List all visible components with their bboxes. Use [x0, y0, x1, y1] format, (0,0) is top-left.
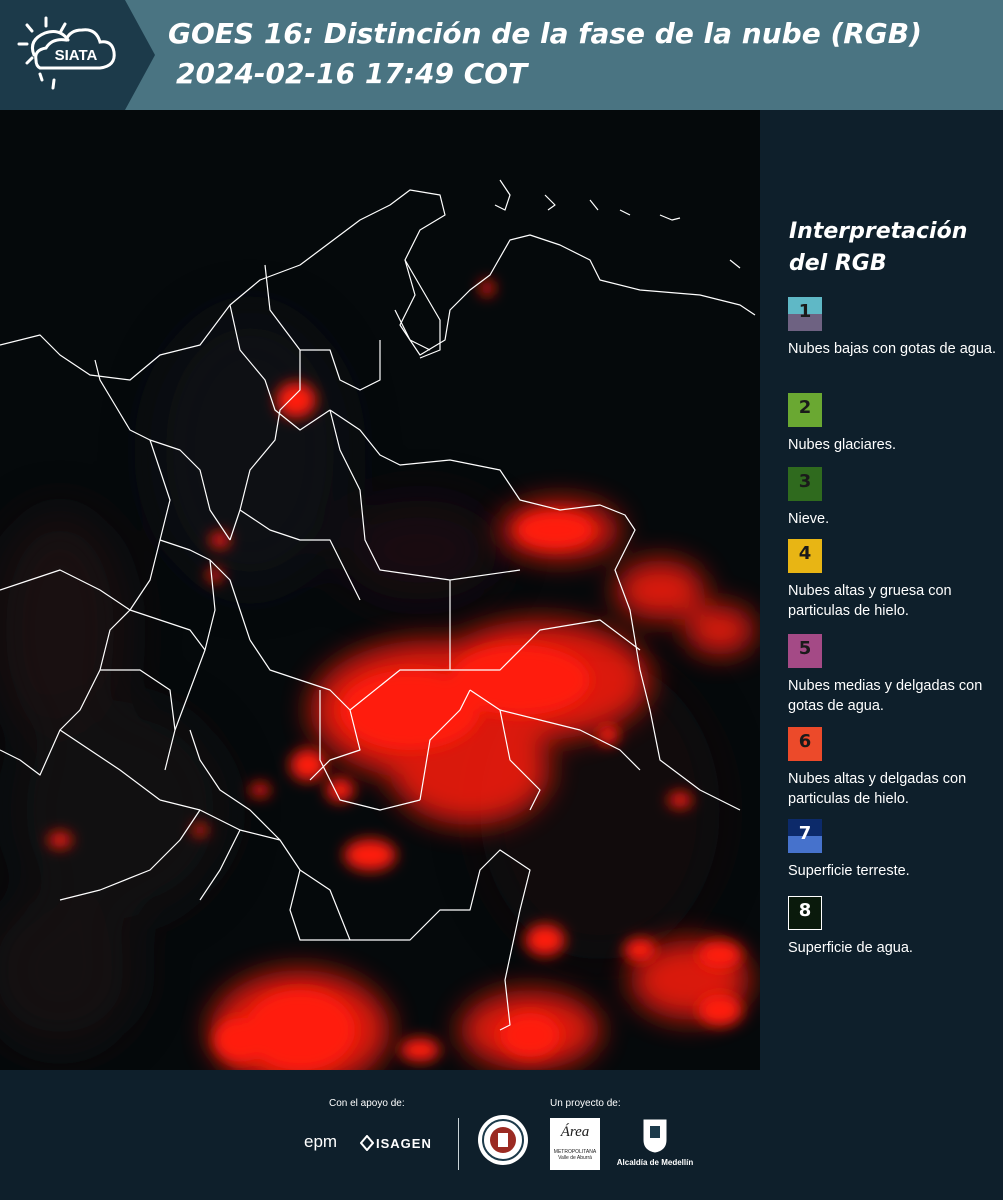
legend-item-3: 3 Nieve.	[788, 467, 1003, 529]
footer-divider	[458, 1118, 459, 1170]
legend-label: Nubes altas y gruesa con particulas de h…	[788, 583, 952, 619]
legend-swatch: 5	[788, 634, 822, 668]
legend-label: Nubes medias y delgadas con gotas de agu…	[788, 678, 983, 714]
legend-swatch: 3	[788, 467, 822, 501]
legend-item-1: 1 Nubes bajas con gotas de agua.	[788, 297, 1003, 359]
legend-label: Superficie de agua.	[788, 940, 913, 956]
isagen-logo: ISAGEN	[360, 1134, 450, 1154]
legend-label: Nubes altas y delgadas con particulas de…	[788, 771, 967, 807]
alcaldia-logo: Alcaldía de Medellín	[610, 1118, 700, 1174]
title-line-1: GOES 16: Distinción de la fase de la nub…	[168, 17, 922, 50]
legend-title: Interpretación del RGB	[789, 219, 968, 276]
title-line-2: 2024-02-16 17:49 COT	[176, 57, 528, 90]
legend-panel: Interpretación del RGB 1 Nubes bajas con…	[760, 110, 1003, 1070]
sun-cloud-icon: SIATA	[17, 16, 116, 90]
legend-swatch: 4	[788, 539, 822, 573]
university-seal	[478, 1115, 528, 1165]
header: SIATA GOES 16: Distinción de la fase de …	[0, 0, 1003, 110]
legend-swatch: 8	[788, 896, 822, 930]
legend-label: Nubes glaciares.	[788, 437, 896, 453]
legend-label: Nieve.	[788, 511, 830, 527]
coat-of-arms-icon	[643, 1119, 667, 1153]
svg-text:SIATA: SIATA	[55, 47, 98, 64]
support-label: Con el apoyo de:	[329, 1098, 405, 1109]
area-metropolitana-logo: Área METROPOLITANA Valle de Aburrá	[550, 1118, 600, 1170]
legend-item-5: 5 Nubes medias y delgadas con gotas de a…	[788, 634, 1003, 716]
footer: Con el apoyo de: Un proyecto de: epm ISA…	[0, 1070, 1003, 1200]
legend-label: Nubes bajas con gotas de agua.	[788, 341, 996, 357]
legend-item-7: 7 Superficie terreste.	[788, 819, 1003, 881]
legend-swatch: 1	[788, 297, 822, 331]
legend-item-4: 4 Nubes altas y gruesa con particulas de…	[788, 539, 1003, 621]
legend-label: Superficie terreste.	[788, 863, 910, 879]
siata-logo: SIATA	[0, 0, 155, 110]
page-title: GOES 16: Distinción de la fase de la nub…	[168, 14, 922, 94]
legend-item-8: 8 Superficie de agua.	[788, 896, 1003, 958]
epm-logo: epm	[304, 1132, 338, 1151]
satellite-map	[0, 110, 760, 1070]
rgb-cloud-phase-image	[0, 110, 760, 1070]
seal-icon	[482, 1119, 524, 1161]
project-label: Un proyecto de:	[550, 1098, 621, 1109]
isagen-mark-icon	[360, 1135, 374, 1151]
legend-swatch: 6	[788, 727, 822, 761]
legend-swatch: 2	[788, 393, 822, 427]
legend-item-2: 2 Nubes glaciares.	[788, 393, 1003, 455]
legend-swatch: 7	[788, 819, 822, 853]
legend-item-6: 6 Nubes altas y delgadas con particulas …	[788, 727, 1003, 809]
